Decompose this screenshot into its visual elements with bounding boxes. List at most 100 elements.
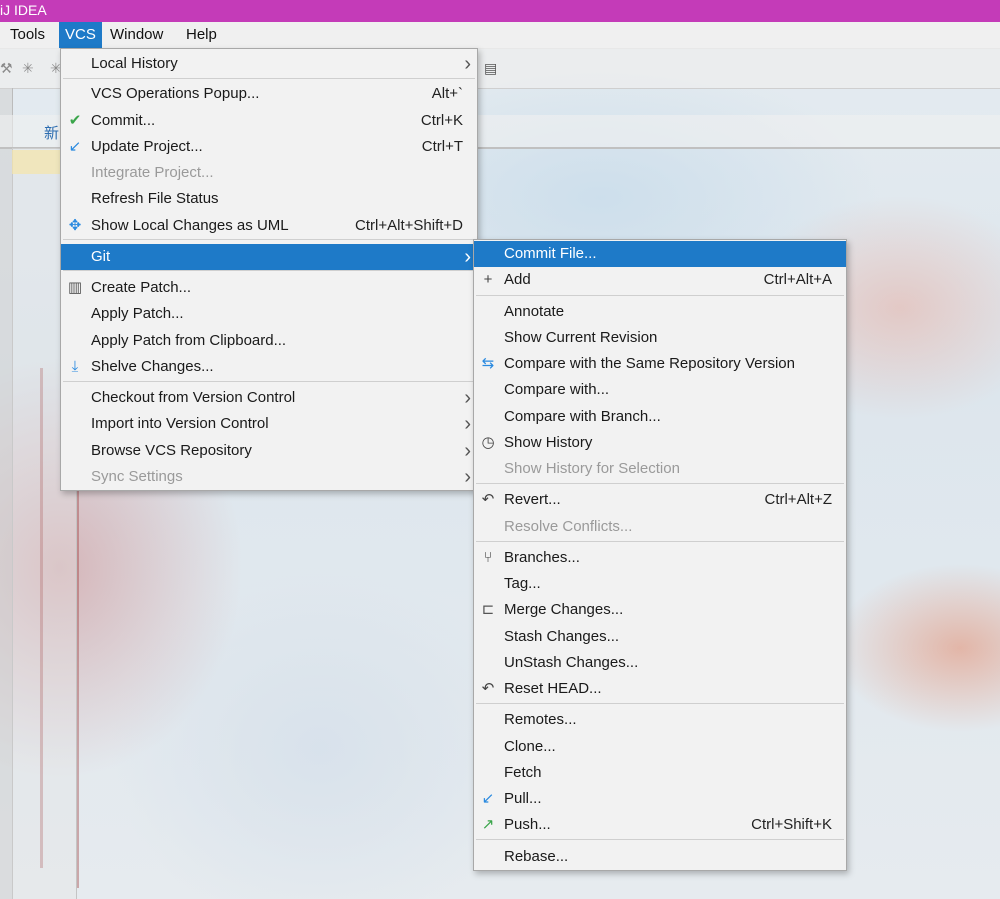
menu-item-label: Apply Patch from Clipboard... xyxy=(91,332,287,349)
menu-item-label: Fetch xyxy=(504,764,542,781)
menu-item-show-local-changes-as-uml[interactable]: ✥ Show Local Changes as UML Ctrl+Alt+Shift… xyxy=(61,213,477,239)
menu-item-integrate-project[interactable]: Integrate Project... xyxy=(61,160,477,186)
menu-item-unstash-changes[interactable]: UnStash Changes... xyxy=(474,650,846,676)
submenu-arrow-icon: › xyxy=(464,466,471,488)
menu-item-shortcut: Ctrl+Alt+Z xyxy=(764,491,832,508)
menu-item-label: Pull... xyxy=(504,790,542,807)
menu-item-label: Annotate xyxy=(504,303,565,320)
menu-separator xyxy=(63,381,475,382)
menu-item-apply-patch[interactable]: Apply Patch... xyxy=(61,301,477,327)
menu-item-label: Revert... xyxy=(504,491,561,508)
clock-icon: ◷ xyxy=(481,434,495,451)
submenu-arrow-icon: › xyxy=(464,387,471,409)
menu-item-stash-changes[interactable]: Stash Changes... xyxy=(474,624,846,650)
menu-separator xyxy=(63,78,475,79)
merge-icon: ⊏ xyxy=(481,601,495,618)
submenu-arrow-icon: › xyxy=(464,53,471,75)
menu-item-shortcut: Ctrl+K xyxy=(420,112,463,129)
submenu-arrow-icon: › xyxy=(464,440,471,462)
toolbar-structure-icon[interactable]: ▤ xyxy=(484,60,497,77)
menu-item-commit-file[interactable]: Commit File... xyxy=(474,241,846,267)
menu-item-refresh-file-status[interactable]: Refresh File Status xyxy=(61,186,477,212)
menu-item-label: Show History for Selection xyxy=(504,460,680,477)
menu-item-label: UnStash Changes... xyxy=(504,654,639,671)
menu-item-label: Apply Patch... xyxy=(91,305,184,322)
menu-item-clone[interactable]: Clone... xyxy=(474,734,846,760)
submenu-arrow-icon: › xyxy=(464,413,471,435)
revert-icon: ↶ xyxy=(481,491,495,508)
menu-item-label: Show Current Revision xyxy=(504,329,658,346)
menu-item-show-history-for-selection[interactable]: Show History for Selection xyxy=(474,456,846,482)
menu-item-tag[interactable]: Tag... xyxy=(474,571,846,597)
menu-item-sync-settings[interactable]: Sync Settings › xyxy=(61,464,477,490)
menu-item-label: Remotes... xyxy=(504,711,577,728)
menu-item-local-history[interactable]: Local History › xyxy=(61,51,477,77)
menu-item-merge-changes[interactable]: ⊏ Merge Changes... xyxy=(474,597,846,623)
menu-item-update-project[interactable]: ↙ Update Project... Ctrl+T xyxy=(61,134,477,160)
menu-item-checkout-from-version-control[interactable]: Checkout from Version Control › xyxy=(61,385,477,411)
plus-icon: + xyxy=(483,271,493,288)
menu-item-fetch[interactable]: Fetch xyxy=(474,760,846,786)
menu-item-label: Refresh File Status xyxy=(91,190,219,207)
menu-item-label: Commit... xyxy=(91,112,156,129)
editor-tab[interactable]: 新 xyxy=(44,122,59,143)
menu-item-vcs-operations-popup[interactable]: VCS Operations Popup... Alt+` xyxy=(61,81,477,107)
menu-item-label: Checkout from Version Control xyxy=(91,389,296,406)
menu-item-import-into-version-control[interactable]: Import into Version Control › xyxy=(61,411,477,437)
menu-item-add[interactable]: + Add Ctrl+Alt+A xyxy=(474,267,846,293)
menu-item-reset-head[interactable]: ↶ Reset HEAD... xyxy=(474,676,846,702)
menu-separator xyxy=(476,295,844,296)
menu-item-shortcut: Alt+` xyxy=(431,85,463,102)
menu-vcs[interactable]: VCS xyxy=(59,22,102,48)
menu-item-branches[interactable]: ⑂ Branches... xyxy=(474,545,846,571)
menu-item-git[interactable]: Git › xyxy=(61,244,477,270)
menu-item-show-current-revision[interactable]: Show Current Revision xyxy=(474,325,846,351)
reset-icon: ↶ xyxy=(481,680,495,697)
menu-item-label: Compare with Branch... xyxy=(504,408,661,425)
menu-item-rebase[interactable]: Rebase... xyxy=(474,844,846,870)
menu-item-compare-with-the-same-repository-version[interactable]: ⇆ Compare with the Same Repository Versio… xyxy=(474,351,846,377)
toolbar-debug-icon[interactable]: ✳ xyxy=(22,60,34,77)
menu-item-label: Update Project... xyxy=(91,138,203,155)
menu-item-label: Compare with the Same Repository Version xyxy=(504,355,795,372)
menu-item-pull[interactable]: ↙ Pull... xyxy=(474,786,846,812)
pull-icon: ↙ xyxy=(481,790,495,807)
menu-window[interactable]: Window xyxy=(104,22,169,48)
menu-item-label: Clone... xyxy=(504,738,556,755)
menu-item-revert[interactable]: ↶ Revert... Ctrl+Alt+Z xyxy=(474,487,846,513)
menu-item-label: Commit File... xyxy=(504,245,597,262)
toolbar-hammer-icon[interactable]: ⚒ xyxy=(0,60,13,77)
menu-help[interactable]: Help xyxy=(180,22,223,48)
menu-item-remotes[interactable]: Remotes... xyxy=(474,707,846,733)
menu-item-label: Import into Version Control xyxy=(91,415,269,432)
menu-item-create-patch[interactable]: ▥ Create Patch... xyxy=(61,275,477,301)
uml-icon: ✥ xyxy=(68,217,82,234)
menu-item-label: Rebase... xyxy=(504,848,569,865)
menu-item-shortcut: Ctrl+Alt+A xyxy=(763,271,832,288)
shelve-icon: ⤓ xyxy=(71,358,79,375)
menu-item-browse-vcs-repository[interactable]: Browse VCS Repository › xyxy=(61,438,477,464)
menu-item-label: Local History xyxy=(91,55,178,72)
menu-item-commit[interactable]: ✔ Commit... Ctrl+K xyxy=(61,108,477,134)
menu-tools[interactable]: Tools xyxy=(4,22,51,48)
menu-item-label: Browse VCS Repository xyxy=(91,442,252,459)
patch-icon: ▥ xyxy=(67,279,83,296)
menu-item-label: Shelve Changes... xyxy=(91,358,214,375)
menu-item-compare-with-branch[interactable]: Compare with Branch... xyxy=(474,404,846,430)
submenu-arrow-icon: › xyxy=(464,246,471,268)
vcs-menu: Local History › VCS Operations Popup... Alt… xyxy=(60,48,478,491)
menu-item-show-history[interactable]: ◷ Show History xyxy=(474,430,846,456)
menu-item-resolve-conflicts[interactable]: Resolve Conflicts... xyxy=(474,514,846,540)
compare-icon: ⇆ xyxy=(481,355,495,372)
check-icon: ✔ xyxy=(68,112,82,129)
menu-item-label: Add xyxy=(504,271,531,288)
menu-item-apply-patch-from-clipboard[interactable]: Apply Patch from Clipboard... xyxy=(61,328,477,354)
menu-item-annotate[interactable]: Annotate xyxy=(474,299,846,325)
branch-icon: ⑂ xyxy=(483,549,493,566)
push-icon: ↗ xyxy=(481,816,495,833)
menu-item-label: Resolve Conflicts... xyxy=(504,518,633,535)
menu-item-push[interactable]: ↗ Push... Ctrl+Shift+K xyxy=(474,812,846,838)
menu-item-shelve-changes[interactable]: ⤓ Shelve Changes... xyxy=(61,354,477,380)
menu-item-compare-with[interactable]: Compare with... xyxy=(474,377,846,403)
menu-separator xyxy=(476,541,844,542)
